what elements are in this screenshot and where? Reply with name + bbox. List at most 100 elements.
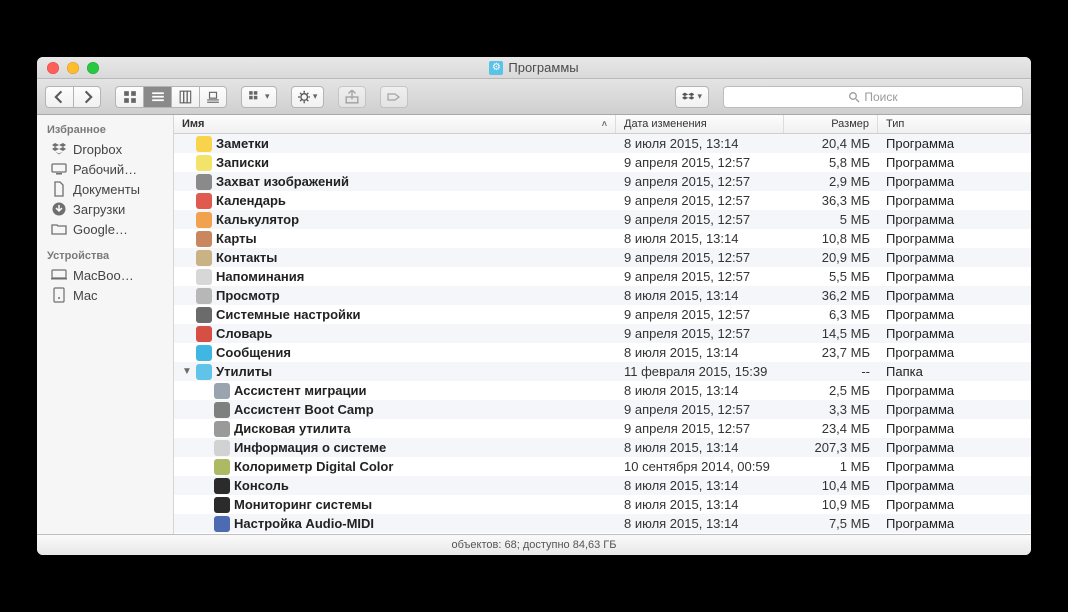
close-button[interactable] [47, 62, 59, 74]
table-row[interactable]: Колориметр Digital Color 10 сентября 2014… [174, 457, 1031, 476]
file-date: 9 апреля 2015, 12:57 [616, 210, 784, 229]
sidebar-item[interactable]: Документы [37, 179, 173, 199]
documents-icon [51, 181, 67, 197]
table-row[interactable]: Системные настройки9 апреля 2015, 12:576… [174, 305, 1031, 324]
dropbox-button[interactable]: ▾ [675, 86, 709, 108]
file-size: 1 МБ [784, 457, 878, 476]
table-row[interactable]: Карты8 июля 2015, 13:1410,8 МБПрограмма [174, 229, 1031, 248]
file-kind: Программа [878, 153, 1031, 172]
file-size: 20,4 МБ [784, 134, 878, 153]
column-header-kind[interactable]: Тип [878, 115, 1031, 133]
minimize-button[interactable] [67, 62, 79, 74]
sidebar-item[interactable]: Dropbox [37, 139, 173, 159]
mac-icon [51, 267, 67, 283]
file-name: Системные настройки [216, 307, 361, 322]
file-kind: Программа [878, 172, 1031, 191]
table-row[interactable]: Настройка Audio-MIDI8 июля 2015, 13:147,… [174, 514, 1031, 533]
sidebar-item[interactable]: Загрузки [37, 199, 173, 219]
forward-button[interactable] [73, 86, 101, 108]
file-date: 10 сентября 2014, 00:59 [616, 457, 784, 476]
column-header-date[interactable]: Дата изменения [616, 115, 784, 133]
app-icon [214, 402, 230, 418]
file-name: Утилиты [216, 364, 272, 379]
app-icon [196, 307, 212, 323]
app-icon [196, 212, 212, 228]
table-row[interactable]: Напоминания9 апреля 2015, 12:575,5 МБПро… [174, 267, 1031, 286]
table-row[interactable]: Записки9 апреля 2015, 12:575,8 МБПрограм… [174, 153, 1031, 172]
table-row[interactable]: Заметки8 июля 2015, 13:1420,4 МБПрограмм… [174, 134, 1031, 153]
app-icon [196, 174, 212, 190]
titlebar: ⚙ Программы [37, 57, 1031, 79]
file-date: 9 апреля 2015, 12:57 [616, 191, 784, 210]
search-placeholder: Поиск [864, 90, 897, 104]
dropbox-icon [51, 141, 67, 157]
file-date: 8 июля 2015, 13:14 [616, 229, 784, 248]
file-name: Захват изображений [216, 174, 349, 189]
sidebar-item[interactable]: Google… [37, 219, 173, 239]
column-header-size[interactable]: Размер [784, 115, 878, 133]
share-button[interactable] [338, 86, 366, 108]
file-name: Калькулятор [216, 212, 299, 227]
disclosure-arrow-icon[interactable]: ▼ [182, 366, 192, 377]
window-controls [37, 62, 99, 74]
table-row[interactable]: Словарь9 апреля 2015, 12:5714,5 МБПрогра… [174, 324, 1031, 343]
file-date: 9 апреля 2015, 12:57 [616, 153, 784, 172]
file-rows[interactable]: Заметки8 июля 2015, 13:1420,4 МБПрограмм… [174, 134, 1031, 534]
tags-button[interactable] [380, 86, 408, 108]
table-row[interactable]: Контакты9 апреля 2015, 12:5720,9 МБПрогр… [174, 248, 1031, 267]
app-icon [196, 326, 212, 342]
table-row[interactable]: Календарь9 апреля 2015, 12:5736,3 МБПрог… [174, 191, 1031, 210]
app-icon [214, 516, 230, 532]
file-date: 9 апреля 2015, 12:57 [616, 248, 784, 267]
file-date: 9 апреля 2015, 12:57 [616, 305, 784, 324]
file-size: 23,4 МБ [784, 419, 878, 438]
sidebar-item-label: Загрузки [73, 202, 125, 217]
finder-window: ⚙ Программы ▾ ▾ ▾ Поиск [37, 57, 1031, 555]
view-icon-button[interactable] [115, 86, 143, 108]
file-name: Напоминания [216, 269, 304, 284]
table-row[interactable]: Ассистент Boot Camp9 апреля 2015, 12:573… [174, 400, 1031, 419]
sidebar-item[interactable]: Рабочий… [37, 159, 173, 179]
app-icon [196, 231, 212, 247]
table-row[interactable]: Мониторинг системы8 июля 2015, 13:1410,9… [174, 495, 1031, 514]
table-row[interactable]: Информация о системе8 июля 2015, 13:1420… [174, 438, 1031, 457]
file-kind: Программа [878, 495, 1031, 514]
file-date: 9 апреля 2015, 12:57 [616, 267, 784, 286]
search-input[interactable]: Поиск [723, 86, 1023, 108]
file-size: 5,8 МБ [784, 153, 878, 172]
arrange-button[interactable]: ▾ [241, 86, 277, 108]
column-header-name[interactable]: Имя˄ [174, 115, 616, 133]
table-row[interactable]: Консоль8 июля 2015, 13:1410,4 МБПрограмм… [174, 476, 1031, 495]
table-row[interactable]: Захват изображений9 апреля 2015, 12:572,… [174, 172, 1031, 191]
file-name: Календарь [216, 193, 286, 208]
view-columns-button[interactable] [171, 86, 199, 108]
nav-buttons [45, 86, 101, 108]
view-switcher [115, 86, 227, 108]
file-size: -- [784, 362, 878, 381]
file-kind: Программа [878, 210, 1031, 229]
sidebar: Избранное DropboxРабочий…ДокументыЗагруз… [37, 115, 174, 534]
view-list-button[interactable] [143, 86, 171, 108]
file-kind: Папка [878, 362, 1031, 381]
table-row[interactable]: Просмотр8 июля 2015, 13:1436,2 МБПрограм… [174, 286, 1031, 305]
downloads-icon [51, 201, 67, 217]
table-row[interactable]: Ассистент миграции8 июля 2015, 13:142,5 … [174, 381, 1031, 400]
table-row[interactable]: Сообщения8 июля 2015, 13:1423,7 МБПрогра… [174, 343, 1031, 362]
window-title-label: Программы [508, 60, 578, 75]
view-coverflow-button[interactable] [199, 86, 227, 108]
sidebar-item[interactable]: Mac [37, 285, 173, 305]
back-button[interactable] [45, 86, 73, 108]
sidebar-item[interactable]: MacBoo… [37, 265, 173, 285]
file-size: 36,2 МБ [784, 286, 878, 305]
status-text: объектов: 68; доступно 84,63 ГБ [452, 539, 617, 551]
sidebar-item-label: Dropbox [73, 142, 122, 157]
status-bar: объектов: 68; доступно 84,63 ГБ [37, 534, 1031, 555]
zoom-button[interactable] [87, 62, 99, 74]
file-name: Колориметр Digital Color [234, 459, 393, 474]
action-button[interactable]: ▾ [291, 86, 325, 108]
table-row[interactable]: ▼Утилиты11 февраля 2015, 15:39--Папка [174, 362, 1031, 381]
file-size: 23,7 МБ [784, 343, 878, 362]
table-row[interactable]: Калькулятор9 апреля 2015, 12:575 МБПрогр… [174, 210, 1031, 229]
file-name: Карты [216, 231, 257, 246]
table-row[interactable]: Дисковая утилита9 апреля 2015, 12:5723,4… [174, 419, 1031, 438]
